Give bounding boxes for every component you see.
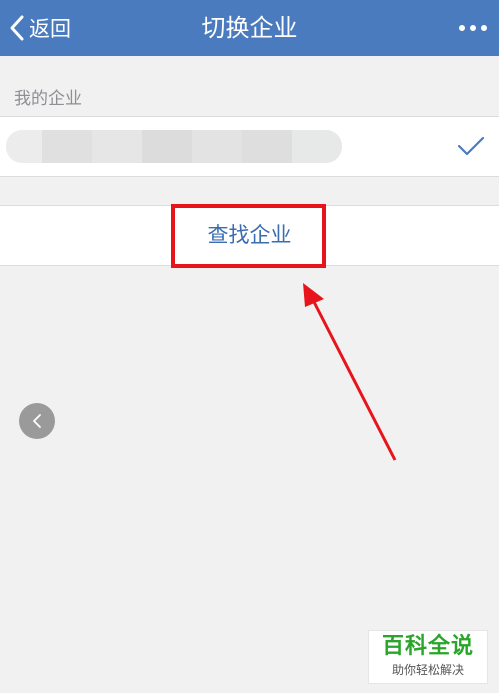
find-company-label: 查找企业	[207, 223, 292, 247]
more-dot-icon	[470, 25, 476, 31]
chevron-left-icon	[33, 414, 41, 428]
more-dot-icon	[459, 25, 465, 31]
watermark-logo: 百科全说 助你轻松解决	[368, 630, 488, 684]
back-button[interactable]: 返回	[8, 0, 71, 56]
company-name-blurred	[6, 130, 342, 163]
section-label-my-companies: 我的企业	[14, 89, 82, 109]
watermark-subtitle: 助你轻松解决	[391, 663, 464, 677]
back-label: 返回	[29, 17, 71, 41]
find-company-button[interactable]: 查找企业	[0, 205, 499, 266]
nav-bar: 返回 切换企业	[0, 0, 499, 56]
chevron-left-icon	[10, 15, 24, 41]
company-list-item[interactable]	[0, 116, 499, 177]
page-title: 切换企业	[201, 14, 298, 42]
more-dot-icon	[481, 25, 487, 31]
more-button[interactable]	[459, 0, 487, 56]
floating-back-button[interactable]	[19, 403, 55, 439]
watermark-title: 百科全说	[381, 634, 474, 659]
checkmark-icon	[457, 136, 485, 156]
